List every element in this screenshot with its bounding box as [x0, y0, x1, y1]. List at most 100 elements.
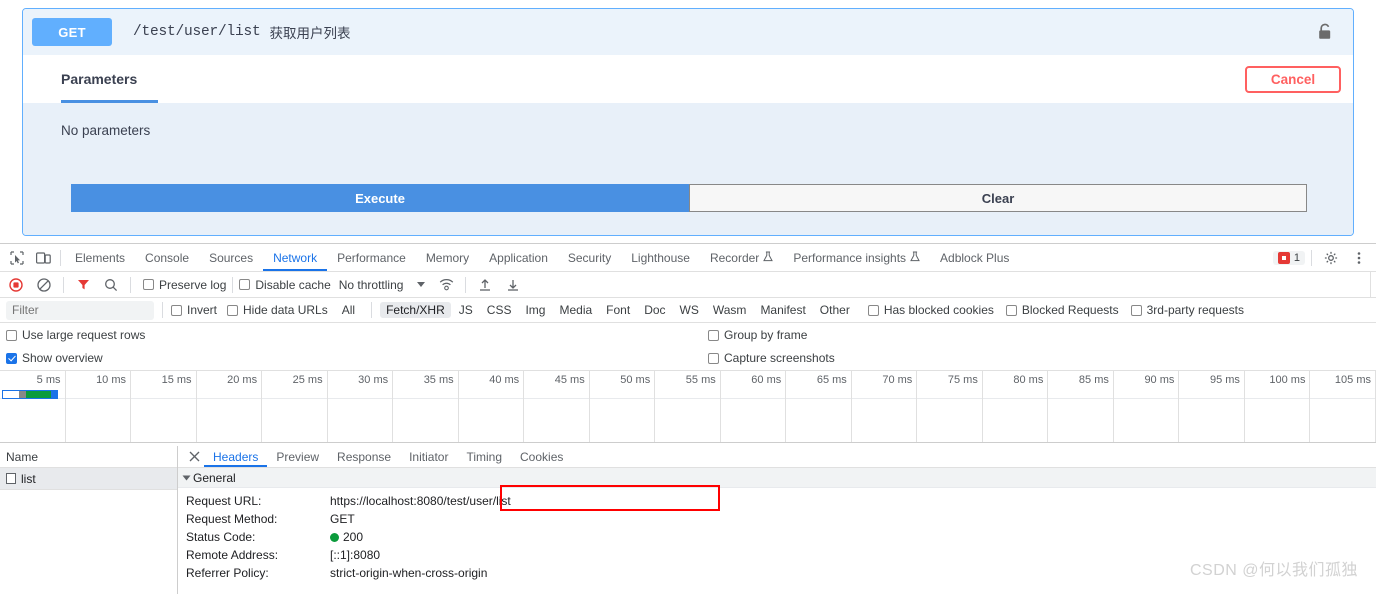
tab-recorder[interactable]: Recorder [700, 244, 783, 271]
timeline-tick-cell: 30 ms [328, 371, 394, 442]
request-list-row[interactable]: list [0, 468, 177, 490]
blocked-requests-checkbox[interactable]: Blocked Requests [1005, 303, 1119, 317]
tab-label: Network [273, 250, 318, 265]
request-list-header[interactable]: Name [0, 446, 177, 468]
detail-tab-timing[interactable]: Timing [457, 446, 511, 467]
timeline-tick-label: 75 ms [947, 374, 978, 386]
tab-lighthouse[interactable]: Lighthouse [621, 244, 700, 271]
tab-label: Sources [209, 250, 254, 265]
field-key: Request Method: [186, 512, 278, 526]
tab-memory[interactable]: Memory [416, 244, 479, 271]
tab-label: Performance [337, 250, 406, 265]
filter-type-fetch-xhr[interactable]: Fetch/XHR [380, 302, 451, 318]
invert-checkbox[interactable]: Invert [171, 303, 217, 317]
filter-type-wasm[interactable]: Wasm [707, 302, 753, 318]
detail-tab-headers[interactable]: Headers [204, 446, 267, 467]
field-value: [::1]:8080 [330, 548, 381, 562]
third-party-requests-checkbox[interactable]: 3rd-party requests [1130, 303, 1244, 317]
endpoint-summary: 获取用户列表 [269, 26, 351, 41]
field-value: strict-origin-when-cross-origin [330, 566, 488, 580]
timeline-tick-cell: 75 ms [917, 371, 983, 442]
inspect-element-icon[interactable] [4, 245, 30, 271]
filter-type-ws[interactable]: WS [674, 302, 705, 318]
show-overview-checkbox[interactable]: Show overview [6, 351, 103, 365]
tab-console[interactable]: Console [135, 244, 199, 271]
bar-segment-queue [3, 391, 20, 398]
timeline-tick-cell: 65 ms [786, 371, 852, 442]
device-toolbar-icon[interactable] [30, 245, 56, 271]
tab-parameters[interactable]: Parameters [41, 55, 158, 103]
filter-type-manifest[interactable]: Manifest [754, 302, 811, 318]
gear-icon[interactable] [1318, 245, 1344, 271]
hide-data-urls-checkbox[interactable]: Hide data URLs [227, 303, 328, 317]
tab-application[interactable]: Application [479, 244, 558, 271]
export-har-icon[interactable] [500, 272, 526, 298]
general-section-header[interactable]: General [178, 468, 1376, 488]
filter-input[interactable] [6, 300, 154, 320]
error-icon [1277, 251, 1290, 264]
detail-tab-response[interactable]: Response [328, 446, 400, 467]
preserve-log-checkbox[interactable]: Preserve log [143, 278, 226, 292]
filter-type-media[interactable]: Media [553, 302, 598, 318]
tab-network[interactable]: Network [263, 244, 327, 271]
timeline-tick-label: 100 ms [1269, 374, 1306, 386]
tab-performance-insights[interactable]: Performance insights [783, 244, 930, 271]
group-by-frame-checkbox[interactable]: Group by frame [708, 328, 807, 342]
filter-type-doc[interactable]: Doc [638, 302, 671, 318]
tab-performance[interactable]: Performance [327, 244, 416, 271]
disable-cache-checkbox[interactable]: Disable cache [239, 278, 331, 292]
detail-tab-initiator[interactable]: Initiator [400, 446, 457, 467]
unlocked-padlock-icon[interactable] [1317, 23, 1333, 41]
use-large-request-rows-checkbox[interactable]: Use large request rows [6, 328, 145, 342]
use-large-request-rows-label: Use large request rows [22, 328, 146, 342]
detail-tab-preview[interactable]: Preview [267, 446, 328, 467]
detail-tab-cookies[interactable]: Cookies [511, 446, 572, 467]
tab-label: Performance insights [793, 250, 907, 265]
import-har-icon[interactable] [472, 272, 498, 298]
filter-type-js[interactable]: JS [453, 302, 479, 318]
filter-type-other[interactable]: Other [814, 302, 856, 318]
error-count: 1 [1293, 251, 1300, 264]
capture-screenshots-label: Capture screenshots [724, 351, 835, 365]
wifi-network-conditions-icon[interactable] [433, 272, 459, 298]
operation-header[interactable]: GET /test/user/list 获取用户列表 [23, 9, 1353, 55]
tab-elements[interactable]: Elements [65, 244, 135, 271]
tab-security[interactable]: Security [558, 244, 621, 271]
timeline-tick-label: 105 ms [1334, 374, 1371, 386]
filter-type-font[interactable]: Font [600, 302, 636, 318]
timeline-tick-label: 65 ms [816, 374, 847, 386]
network-filter-bar: Invert Hide data URLs All Fetch/XHR JS C… [0, 298, 1376, 323]
filter-type-img[interactable]: Img [519, 302, 551, 318]
bar-segment-download [26, 391, 51, 398]
field-value[interactable]: https://localhost:8080/test/user/list [330, 494, 511, 508]
checkbox-box [867, 304, 879, 316]
tab-label: Adblock Plus [940, 250, 1010, 265]
capture-screenshots-checkbox[interactable]: Capture screenshots [708, 351, 835, 365]
execute-button[interactable]: Execute [71, 184, 689, 212]
tab-parameters-label: Parameters [61, 71, 138, 87]
network-overview-timeline[interactable]: 105 ms 100 ms 95 ms 90 ms 85 ms 80 ms 75 ms 70 … [0, 371, 1376, 443]
cancel-button[interactable]: Cancel [1245, 66, 1341, 93]
field-value: 200 [343, 530, 364, 544]
tab-adblock-plus[interactable]: Adblock Plus [930, 244, 1019, 271]
record-stop-icon[interactable] [3, 272, 29, 298]
toolbar-edge-divider [1370, 272, 1376, 297]
throttling-dropdown[interactable]: No throttling [339, 278, 426, 292]
kebab-menu-icon[interactable] [1346, 245, 1372, 271]
search-icon[interactable] [98, 272, 124, 298]
timeline-tick-cell: 60 ms [721, 371, 787, 442]
clear-network-icon[interactable] [31, 272, 57, 298]
field-key: Request URL: [186, 494, 262, 508]
clear-button[interactable]: Clear [689, 184, 1307, 212]
has-blocked-cookies-checkbox[interactable]: Has blocked cookies [867, 303, 994, 317]
funnel-filter-icon[interactable] [70, 272, 96, 298]
tab-sources[interactable]: Sources [199, 244, 263, 271]
timeline-tick-cell: 105 ms [1310, 371, 1376, 442]
timeline-tick-cell: 25 ms [262, 371, 328, 442]
document-icon [6, 473, 16, 484]
close-icon[interactable] [184, 447, 204, 467]
request-waterfall-bar [2, 390, 58, 399]
filter-type-css[interactable]: CSS [481, 302, 518, 318]
error-count-badge[interactable]: 1 [1272, 250, 1305, 265]
filter-type-all[interactable]: All [336, 302, 361, 318]
